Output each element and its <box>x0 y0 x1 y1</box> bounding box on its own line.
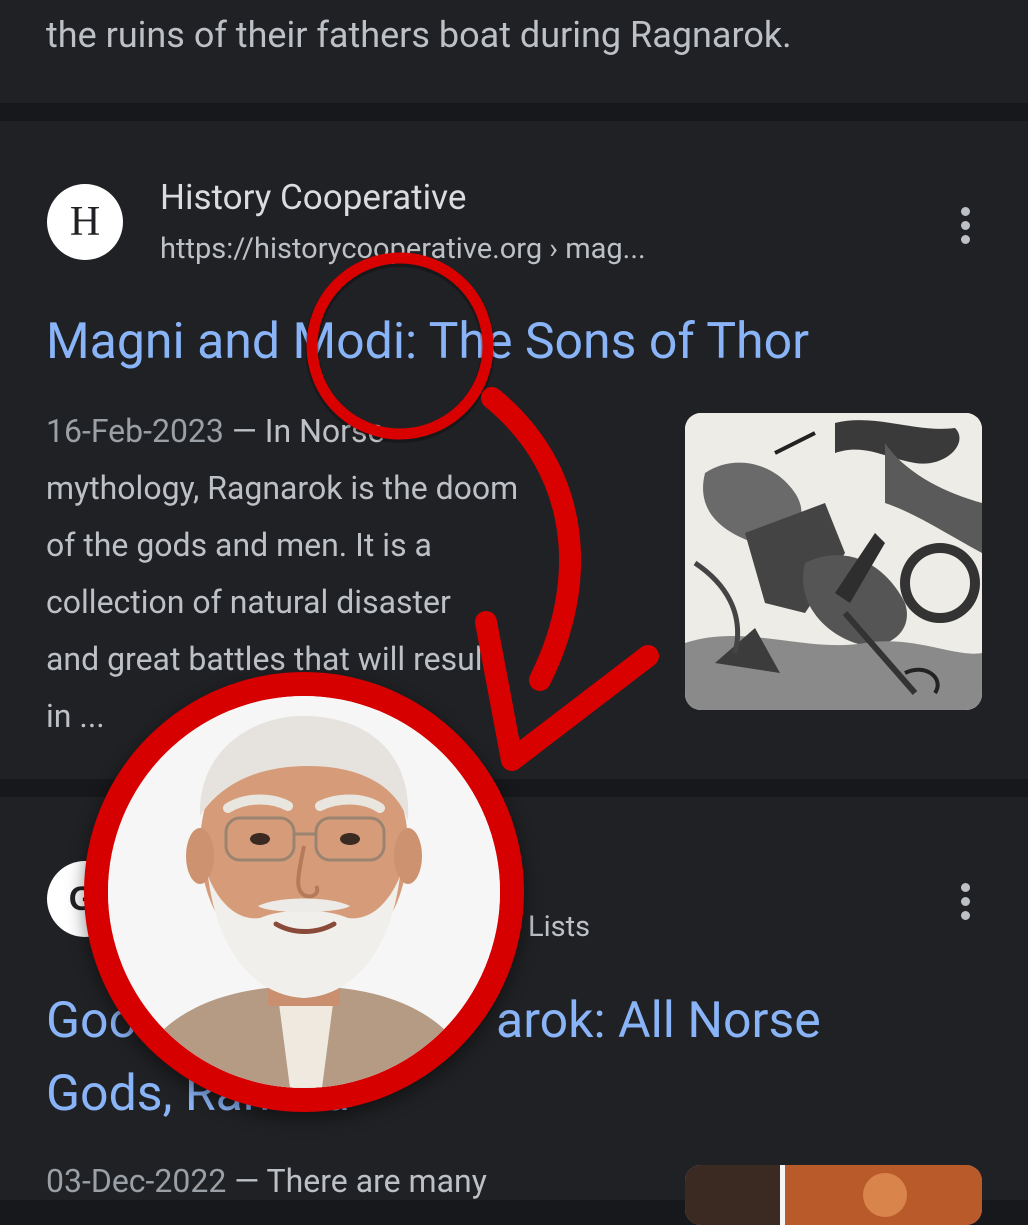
favicon-letter: H <box>69 199 101 245</box>
snippet-line: collection of natural disaster <box>46 583 451 621</box>
snippet-line: of the gods and men. It is a <box>46 526 432 564</box>
norse-gods-image <box>685 1165 982 1225</box>
more-vert-icon[interactable] <box>945 877 985 925</box>
more-vert-icon[interactable] <box>945 201 985 249</box>
portrait-image <box>108 696 500 1088</box>
title-fragment: Gods, <box>46 1065 185 1123</box>
site-url[interactable]: https://historycooperative.org › mag... <box>160 232 646 266</box>
snippet-line: mythology, Ragnarok is the doom <box>46 469 519 507</box>
result-thumbnail[interactable] <box>685 413 982 710</box>
result-thumbnail[interactable] <box>685 1165 982 1225</box>
site-url[interactable]: Lists <box>528 910 590 944</box>
site-favicon[interactable]: H <box>47 184 123 260</box>
result-title-link-continued[interactable]: arok: All Norse <box>496 992 821 1050</box>
search-result-card[interactable]: H History Cooperative https://historycoo… <box>0 121 1028 779</box>
snippet-line: — In Norse <box>231 412 385 450</box>
result-date: 16-Feb-2023 <box>46 412 224 450</box>
previous-result-card: the ruins of their fathers boat during R… <box>0 0 1028 103</box>
result-date: 03-Dec-2022 <box>46 1162 227 1200</box>
battle-engraving-image <box>685 413 982 710</box>
snippet-line: — There are many <box>234 1162 487 1200</box>
result-snippet: 03-Dec-2022 — There are many <box>46 1153 646 1210</box>
portrait-circle <box>84 672 524 1112</box>
result-divider <box>0 103 1028 121</box>
result-title-link[interactable]: Magni and Modi: The Sons of Thor <box>46 313 809 371</box>
bearded-man-icon <box>108 696 500 1088</box>
previous-result-snippet: the ruins of their fathers boat during R… <box>46 14 792 56</box>
site-name[interactable]: History Cooperative <box>160 177 466 218</box>
